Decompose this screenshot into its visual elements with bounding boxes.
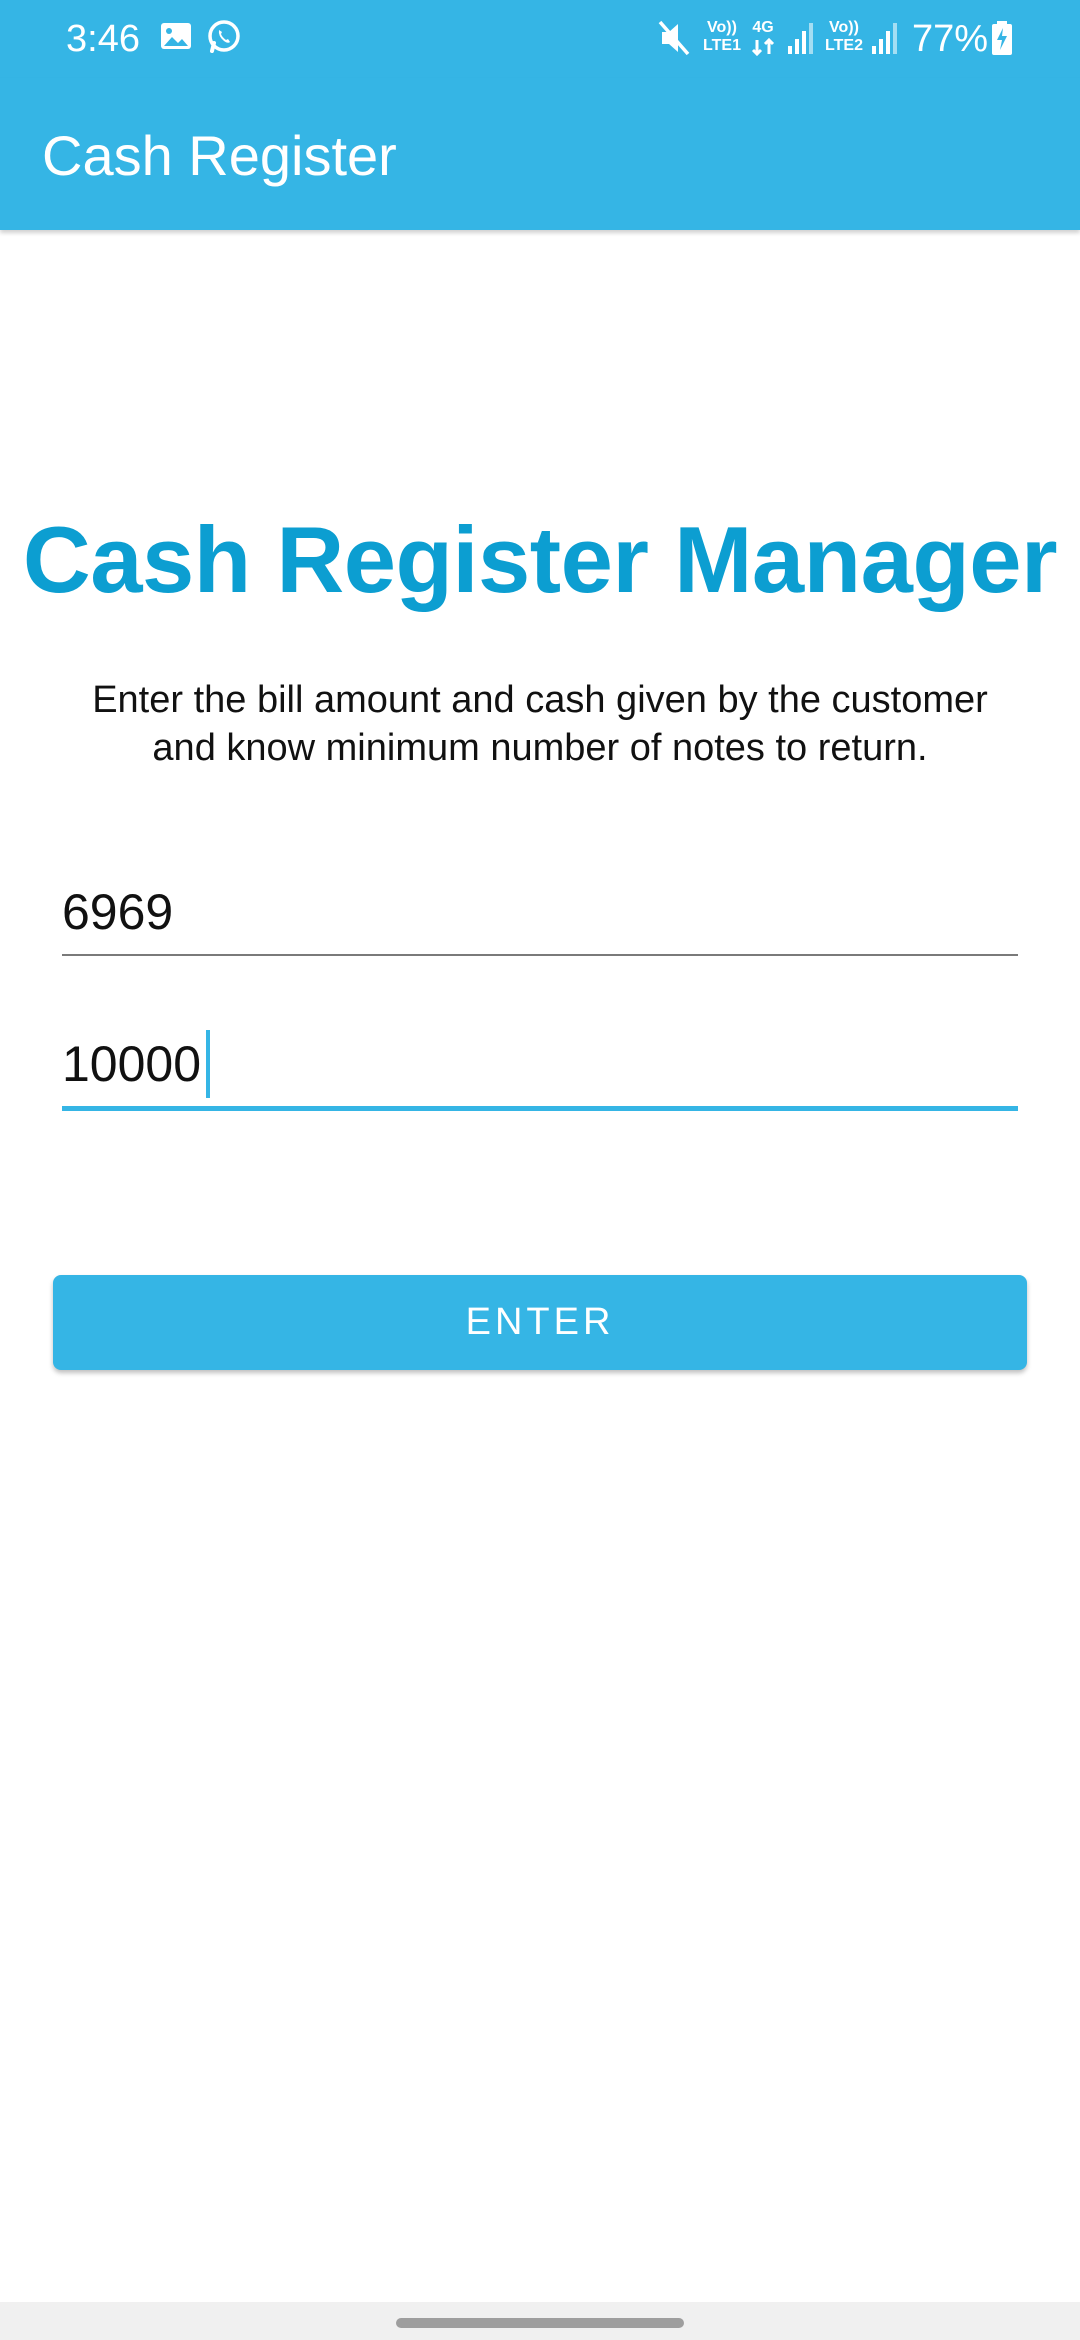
mute-icon	[656, 18, 692, 63]
cash-given-underline	[62, 1106, 1018, 1111]
data-arrows-icon	[750, 37, 776, 61]
status-time: 3:46	[66, 18, 140, 60]
text-cursor	[206, 1030, 210, 1098]
screen: 3:46 Vo)) LTE1 4G Vo)) LTE2 77% Cash Reg…	[0, 0, 1080, 2340]
status-bar: 3:46 Vo)) LTE1 4G Vo)) LTE2 77%	[0, 0, 1080, 78]
sim2-volte-label: Vo))	[829, 19, 859, 36]
battery-charging-icon	[990, 20, 1014, 61]
sim1-lte-label: LTE1	[703, 37, 741, 54]
signal-icon	[870, 20, 900, 61]
signal-icon	[786, 20, 816, 61]
app-bar: Cash Register	[0, 78, 1080, 230]
home-gesture-handle[interactable]	[396, 2318, 684, 2328]
navigation-bar	[0, 2302, 1080, 2340]
bill-amount-field[interactable]	[62, 870, 1018, 960]
sim1-volte-label: Vo))	[707, 19, 737, 36]
whatsapp-icon	[205, 18, 245, 58]
description-text: Enter the bill amount and cash given by …	[92, 679, 988, 769]
battery-percentage: 77%	[912, 18, 989, 60]
sim2-lte-label: LTE2	[825, 37, 863, 54]
bill-amount-underline	[62, 954, 1018, 956]
network-type-label: 4G	[752, 19, 774, 36]
image-notification-icon	[158, 18, 198, 58]
bill-amount-input[interactable]	[62, 870, 1018, 954]
enter-button[interactable]: ENTER	[53, 1275, 1027, 1370]
app-title: Cash Register	[42, 124, 397, 187]
cash-given-field[interactable]	[62, 1022, 1018, 1112]
page-heading: Cash Register Manager	[22, 507, 1058, 612]
